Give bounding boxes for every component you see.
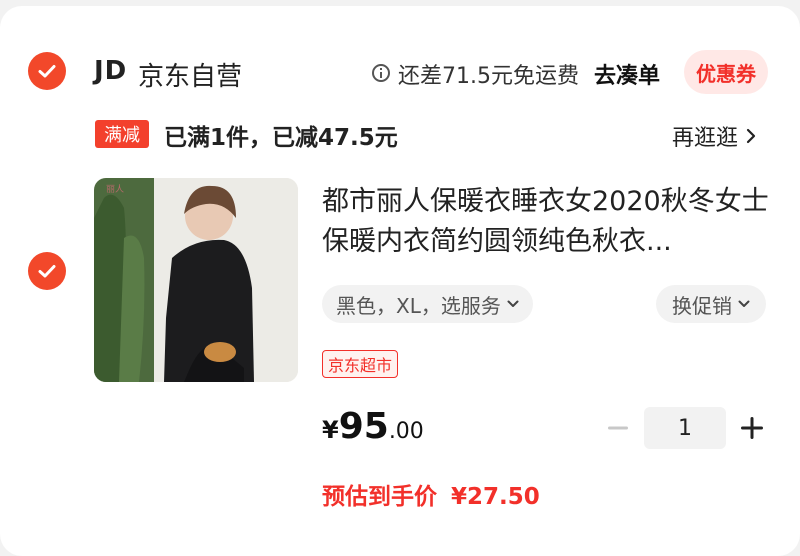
price-integer: 95 [338,406,389,447]
coupon-button[interactable]: 优惠券 [684,50,768,94]
item-check-circle-icon[interactable] [28,252,66,290]
estimated-price-value: ¥27.50 [451,484,540,510]
free-shipping-note: 还差71.5元免运费 [398,64,579,89]
change-promotion-label: 换促销 [672,293,732,318]
jd-logo: JD [94,56,128,86]
shop-check-circle-icon[interactable] [28,52,66,90]
minus-icon [608,426,628,430]
plus-icon [741,417,763,439]
price-currency: ¥ [322,416,339,444]
promo-tag: 满减 [95,120,149,148]
shop-name[interactable]: 京东自营 [138,56,242,93]
chevron-down-icon [738,300,750,307]
quantity-input[interactable]: 1 [644,407,726,449]
info-icon[interactable] [372,64,390,82]
product-title[interactable]: 都市丽人保暖衣睡衣女2020秋冬女士保暖内衣简约圆领纯色秋衣... [322,182,774,262]
cart-shop-card: JD 京东自营 还差71.5元免运费 去凑单 优惠券 满减 已满1件，已减47.… [0,6,800,556]
product-image[interactable]: 丽人 [94,178,298,382]
increase-quantity-button[interactable] [734,410,770,446]
change-promotion-button[interactable]: 换促销 [656,285,766,323]
browse-more-label: 再逛逛 [672,126,739,151]
promo-text: 已满1件，已减47.5元 [164,125,398,151]
browse-more-link[interactable]: 再逛逛 [672,120,756,152]
add-items-link[interactable]: 去凑单 [594,58,660,90]
price: ¥ 95 .00 [322,406,424,447]
svg-text:丽人: 丽人 [106,184,124,195]
jd-supermarket-badge: 京东超市 [322,350,399,378]
decrease-quantity-button[interactable] [600,410,636,446]
estimated-price: 预估到手价 ¥27.50 [322,477,540,511]
estimated-price-label: 预估到手价 [322,484,437,510]
spec-label: 黑色，XL，选服务 [336,293,501,318]
price-decimal: .00 [388,419,424,444]
chevron-down-icon [507,300,519,307]
chevron-right-icon [746,128,756,144]
spec-selector[interactable]: 黑色，XL，选服务 [322,285,533,323]
